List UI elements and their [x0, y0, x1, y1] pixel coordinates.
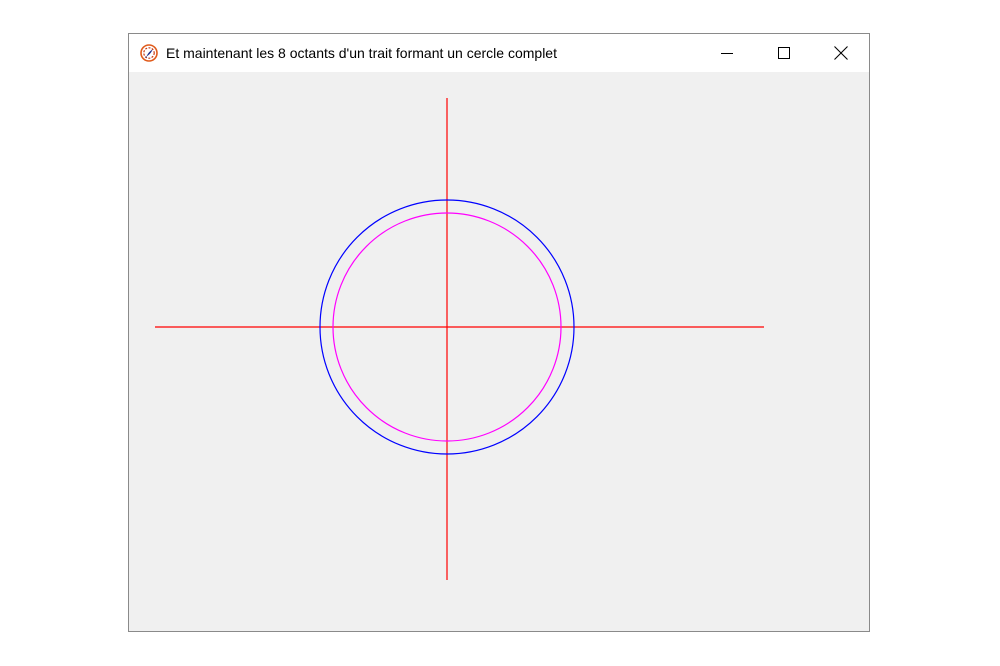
app-window: Et maintenant les 8 octants d'un trait f… [128, 33, 870, 632]
maximize-button[interactable] [755, 34, 812, 72]
app-icon[interactable] [140, 44, 158, 62]
close-icon [833, 46, 848, 60]
drawing-surface [155, 98, 764, 580]
desktop-background: Et maintenant les 8 octants d'un trait f… [0, 0, 1000, 666]
minimize-icon [720, 53, 733, 54]
window-title: Et maintenant les 8 octants d'un trait f… [166, 45, 557, 61]
maximize-icon [777, 47, 790, 59]
minimize-button[interactable] [698, 34, 755, 72]
drawing-canvas[interactable] [129, 72, 869, 631]
close-button[interactable] [812, 34, 869, 72]
title-bar[interactable]: Et maintenant les 8 octants d'un trait f… [129, 34, 869, 72]
